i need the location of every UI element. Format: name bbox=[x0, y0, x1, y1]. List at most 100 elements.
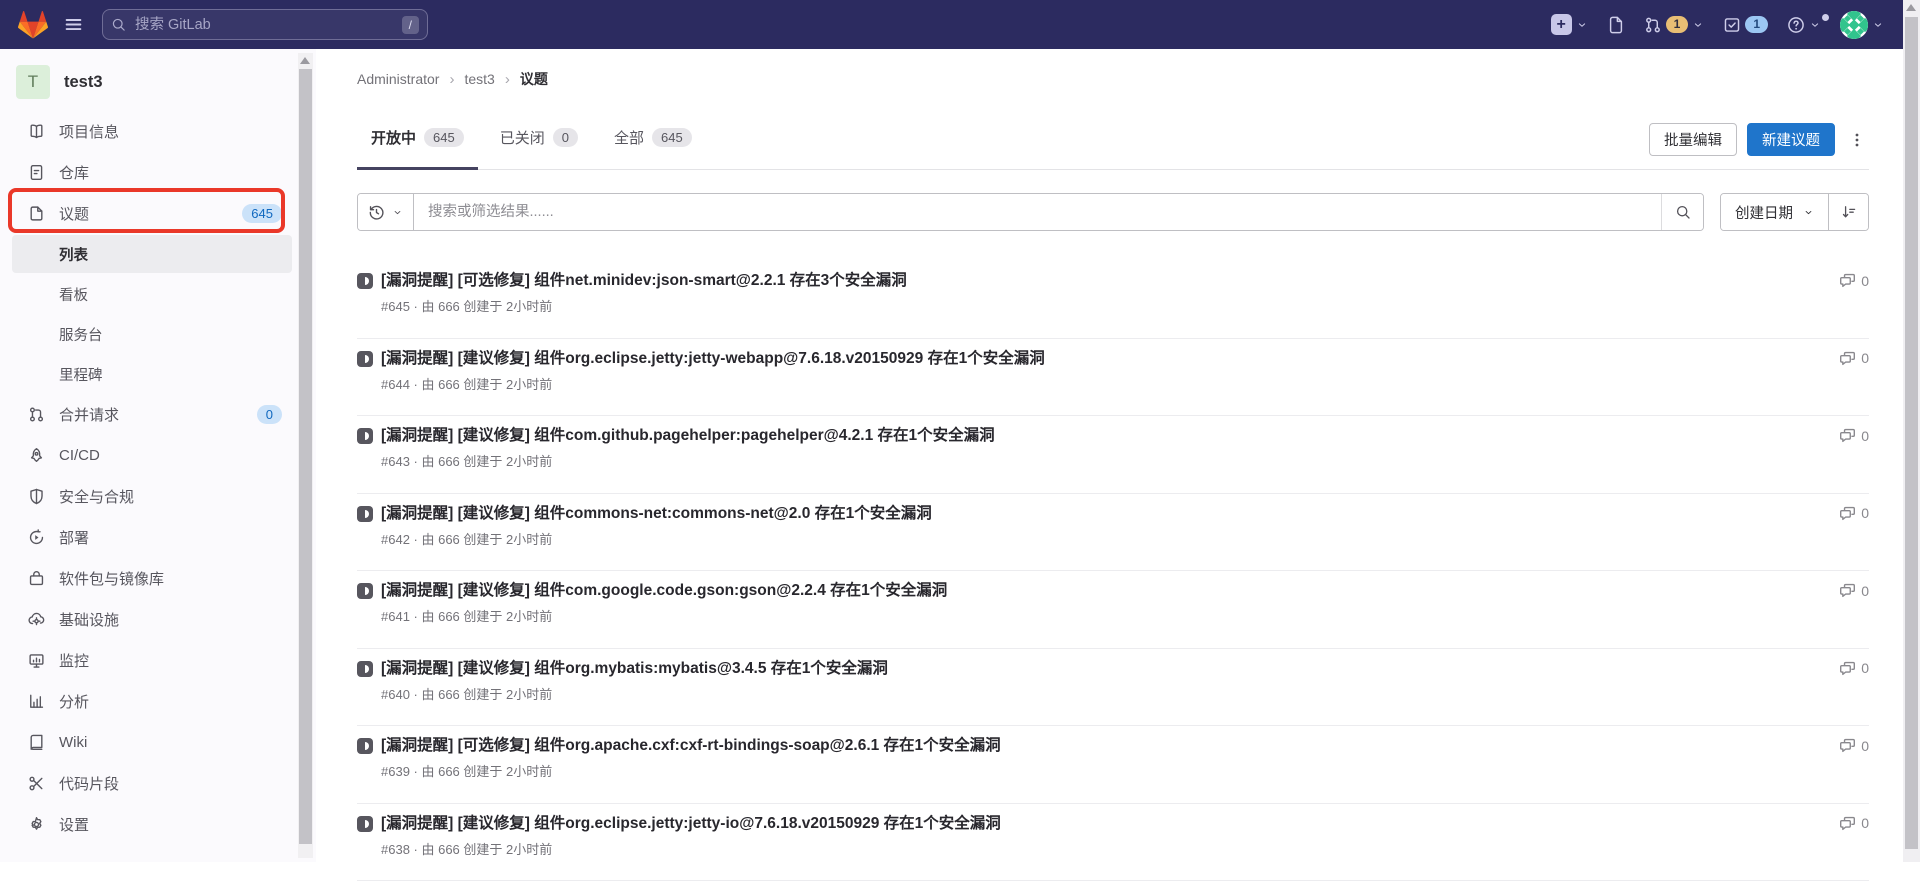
issue-title-link[interactable]: [漏洞提醒] [建议修复] 组件commons-net:commons-net@… bbox=[381, 503, 932, 524]
help-button[interactable] bbox=[1782, 16, 1826, 34]
project-sidebar: T test3 项目信息 仓库 议题 645 列表 看板 服务台 里程碑 合并请… bbox=[0, 49, 316, 862]
merge-request-icon bbox=[1644, 16, 1662, 34]
filter-bar: 创建日期 bbox=[357, 193, 1869, 231]
issue-type-icon bbox=[357, 351, 373, 367]
issue-comments-indicator[interactable]: 0 bbox=[1839, 737, 1869, 754]
gitlab-logo[interactable] bbox=[18, 10, 48, 40]
tab-已关闭[interactable]: 已关闭0 bbox=[486, 127, 592, 170]
issue-type-icon bbox=[357, 273, 373, 289]
tab-label: 全部 bbox=[614, 127, 644, 148]
user-menu-button[interactable] bbox=[1835, 11, 1889, 39]
issue-comments-indicator[interactable]: 0 bbox=[1839, 350, 1869, 367]
sidebar-item-milestones[interactable]: 里程碑 bbox=[12, 355, 292, 393]
sidebar-item-merge-requests[interactable]: 合并请求 0 bbox=[12, 394, 292, 435]
issue-comments-indicator[interactable]: 0 bbox=[1839, 272, 1869, 289]
search-icon bbox=[1675, 204, 1691, 220]
tab-全部[interactable]: 全部645 bbox=[600, 127, 706, 170]
sidebar-item-deployments[interactable]: 部署 bbox=[12, 517, 292, 558]
issue-row: [漏洞提醒] [建议修复] 组件org.mybatis:mybatis@3.4.… bbox=[357, 649, 1869, 727]
sort-field-dropdown[interactable]: 创建日期 bbox=[1721, 194, 1828, 230]
apply-search-button[interactable] bbox=[1661, 194, 1703, 230]
issue-title-link[interactable]: [漏洞提醒] [建议修复] 组件com.google.code.gson:gso… bbox=[381, 580, 947, 601]
package-icon bbox=[28, 570, 45, 587]
sidebar-item-snippets[interactable]: 代码片段 bbox=[12, 763, 292, 804]
sidebar-item-infrastructure[interactable]: 基础设施 bbox=[12, 599, 292, 640]
issue-row: [漏洞提醒] [建议修复] 组件org.eclipse.jetty:jetty-… bbox=[357, 804, 1869, 881]
breadcrumb: Administrator›test3›议题 bbox=[357, 49, 1869, 89]
sidebar-scrollbar-thumb[interactable] bbox=[299, 69, 312, 844]
page-scrollbar-thumb[interactable] bbox=[1905, 17, 1918, 849]
new-menu-button[interactable]: + bbox=[1546, 14, 1593, 35]
sort-field-label: 创建日期 bbox=[1735, 202, 1793, 223]
issues-shortcut-button[interactable] bbox=[1602, 16, 1630, 34]
breadcrumb-item[interactable]: Administrator bbox=[357, 71, 439, 87]
sidebar-item-service-desk[interactable]: 服务台 bbox=[12, 315, 292, 353]
scroll-up-arrow-icon bbox=[1906, 4, 1916, 11]
breadcrumb-separator-icon: › bbox=[449, 71, 454, 88]
sidebar-scrollbar[interactable] bbox=[298, 53, 313, 858]
issue-title-link[interactable]: [漏洞提醒] [可选修复] 组件org.apache.cxf:cxf-rt-bi… bbox=[381, 735, 1001, 756]
top-navigation-bar: / + 1 1 bbox=[0, 0, 1903, 49]
issue-title-link[interactable]: [漏洞提醒] [建议修复] 组件org.eclipse.jetty:jetty-… bbox=[381, 813, 1001, 834]
sidebar-project-header[interactable]: T test3 bbox=[12, 63, 292, 111]
issue-title-link[interactable]: [漏洞提醒] [可选修复] 组件net.minidev:json-smart@2… bbox=[381, 270, 907, 291]
kebab-menu-icon[interactable] bbox=[1845, 123, 1869, 156]
chart-icon bbox=[28, 693, 45, 710]
sidebar-item-packages[interactable]: 软件包与镜像库 bbox=[12, 558, 292, 599]
issue-comments-indicator[interactable]: 0 bbox=[1839, 582, 1869, 599]
sidebar-nav: 项目信息 仓库 议题 645 列表 看板 服务台 里程碑 合并请求 0 CI/C… bbox=[12, 111, 292, 845]
issue-type-icon bbox=[357, 661, 373, 677]
comments-icon bbox=[1839, 660, 1856, 677]
wiki-icon bbox=[28, 734, 45, 751]
comment-count: 0 bbox=[1861, 583, 1869, 599]
issue-comments-indicator[interactable]: 0 bbox=[1839, 505, 1869, 522]
sidebar-item-project-info[interactable]: 项目信息 bbox=[12, 111, 292, 152]
todos-button[interactable]: 1 bbox=[1718, 16, 1773, 34]
sidebar-item-settings[interactable]: 设置 bbox=[12, 804, 292, 845]
issue-meta: #641 · 由 666 创建于 2小时前 bbox=[381, 606, 1839, 625]
breadcrumb-item[interactable]: test3 bbox=[464, 71, 494, 87]
sidebar-item-boards[interactable]: 看板 bbox=[12, 275, 292, 313]
filter-search-input[interactable] bbox=[414, 194, 1661, 230]
issue-meta: #645 · 由 666 创建于 2小时前 bbox=[381, 296, 1839, 315]
issue-title-link[interactable]: [漏洞提醒] [建议修复] 组件com.github.pagehelper:pa… bbox=[381, 425, 995, 446]
issue-row: [漏洞提醒] [建议修复] 组件commons-net:commons-net@… bbox=[357, 494, 1869, 572]
sort-direction-button[interactable] bbox=[1828, 194, 1868, 230]
chevron-down-icon bbox=[1872, 19, 1884, 31]
issue-meta: #643 · 由 666 创建于 2小时前 bbox=[381, 451, 1839, 470]
sidebar-item-cicd[interactable]: CI/CD bbox=[12, 435, 292, 476]
issue-type-icon bbox=[357, 428, 373, 444]
comments-icon bbox=[1839, 350, 1856, 367]
tab-开放中[interactable]: 开放中645 bbox=[357, 127, 478, 170]
issue-comments-indicator[interactable]: 0 bbox=[1839, 427, 1869, 444]
document-icon bbox=[28, 164, 45, 181]
issue-row: [漏洞提醒] [建议修复] 组件com.github.pagehelper:pa… bbox=[357, 416, 1869, 494]
issue-comments-indicator[interactable]: 0 bbox=[1839, 815, 1869, 832]
merge-requests-button[interactable]: 1 bbox=[1639, 16, 1710, 34]
global-search-input[interactable] bbox=[133, 16, 402, 34]
sidebar-item-repository[interactable]: 仓库 bbox=[12, 152, 292, 193]
issue-comments-indicator[interactable]: 0 bbox=[1839, 660, 1869, 677]
sidebar-item-wiki[interactable]: Wiki bbox=[12, 722, 292, 763]
issue-title-link[interactable]: [漏洞提醒] [建议修复] 组件org.mybatis:mybatis@3.4.… bbox=[381, 658, 888, 679]
issue-row: [漏洞提醒] [可选修复] 组件org.apache.cxf:cxf-rt-bi… bbox=[357, 726, 1869, 804]
issues-icon bbox=[1607, 16, 1625, 34]
sidebar-item-security[interactable]: 安全与合规 bbox=[12, 476, 292, 517]
issue-list: [漏洞提醒] [可选修复] 组件net.minidev:json-smart@2… bbox=[357, 261, 1869, 881]
page-scrollbar[interactable] bbox=[1903, 0, 1920, 862]
global-search-box[interactable]: / bbox=[102, 9, 428, 40]
issue-title-link[interactable]: [漏洞提醒] [建议修复] 组件org.eclipse.jetty:jetty-… bbox=[381, 348, 1045, 369]
sidebar-item-issues-list[interactable]: 列表 bbox=[12, 235, 292, 273]
count-badge: 0 bbox=[257, 405, 282, 424]
recent-searches-button[interactable] bbox=[358, 194, 414, 230]
sidebar-item-issues[interactable]: 议题 645 bbox=[12, 193, 292, 234]
new-issue-button[interactable]: 新建议题 bbox=[1747, 123, 1835, 156]
project-avatar: T bbox=[16, 65, 50, 99]
issue-type-icon bbox=[357, 816, 373, 832]
sidebar-item-analytics[interactable]: 分析 bbox=[12, 681, 292, 722]
scroll-up-arrow-icon bbox=[300, 57, 310, 64]
bulk-edit-button[interactable]: 批量编辑 bbox=[1649, 123, 1737, 156]
hamburger-menu-icon[interactable] bbox=[56, 8, 90, 42]
sidebar-item-monitor[interactable]: 监控 bbox=[12, 640, 292, 681]
search-icon bbox=[111, 17, 126, 32]
